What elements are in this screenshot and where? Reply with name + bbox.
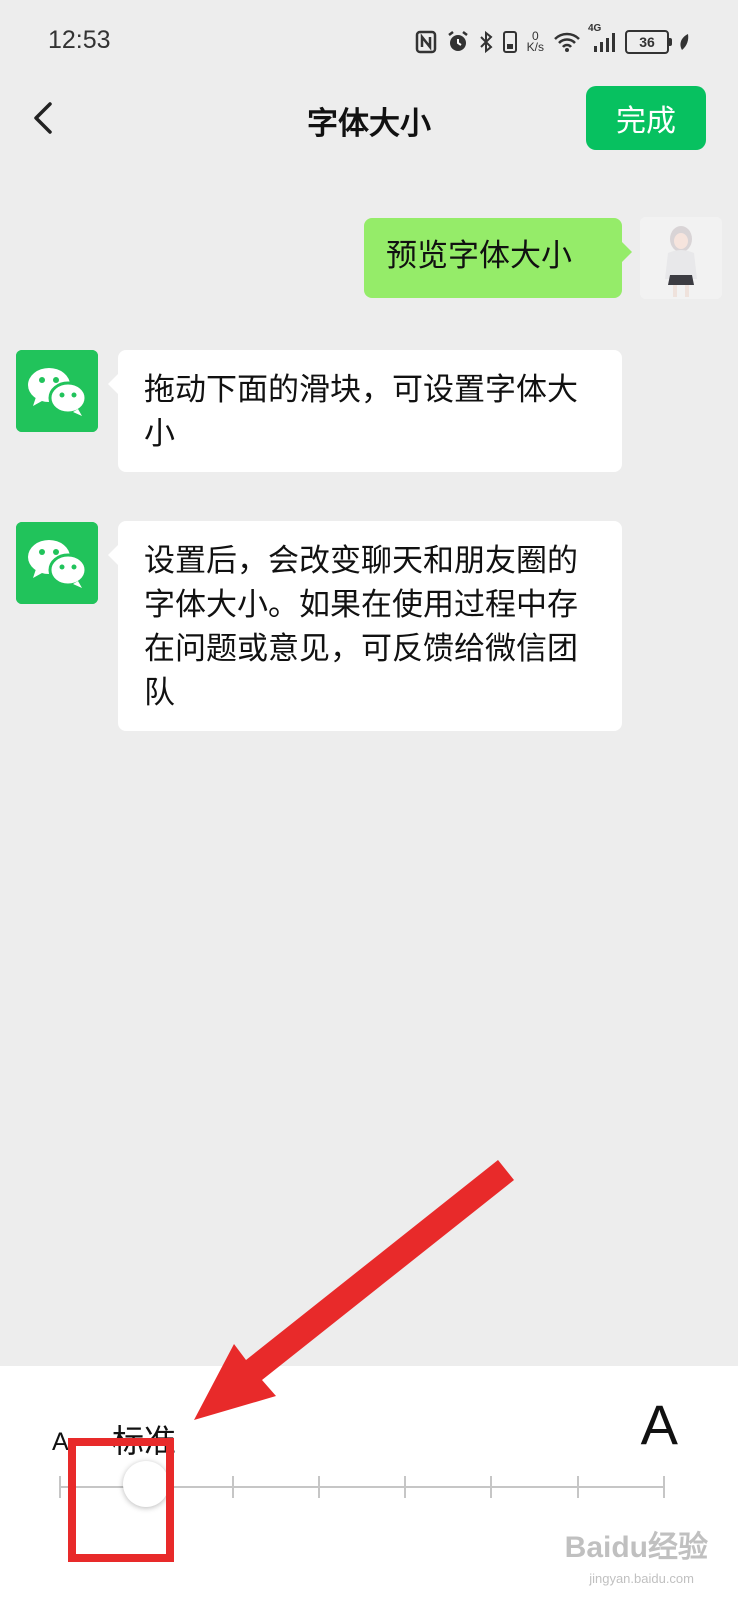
baidu-watermark: Baidu经验 [564, 1531, 708, 1564]
baidu-watermark-url: jingyan.baidu.com [589, 1571, 694, 1586]
wechat-icon [16, 350, 98, 432]
net-speed: 0 K/s [526, 30, 544, 54]
slider-tick[interactable] [663, 1476, 665, 1498]
message-text: 预览字体大小 [386, 238, 572, 274]
done-button[interactable]: 完成 [586, 86, 706, 150]
annotation-highlight-box [68, 1438, 174, 1562]
message-bubble-wechat: 设置后，会改变聊天和朋友圈的字体大小。如果在使用过程中存在问题或意见，可反馈给微… [108, 521, 622, 731]
bluetooth-icon [479, 30, 493, 54]
alarm-icon [446, 30, 470, 54]
message-text: 拖动下面的滑块，可设置字体大小 [144, 372, 578, 452]
status-icons: 0 K/s 4G 36 [415, 23, 690, 56]
vibrate-icon [502, 30, 518, 54]
header: 字体大小 完成 [0, 84, 738, 156]
signal-icon: 4G [588, 23, 616, 53]
battery-level: 36 [639, 34, 655, 50]
annotation-arrow [194, 1160, 514, 1420]
wechat-avatar[interactable] [16, 522, 98, 604]
status-time: 12:53 [48, 26, 111, 54]
slider-tick[interactable] [317, 1476, 320, 1498]
network-type: 4G [588, 23, 602, 34]
leaf-icon [678, 32, 690, 52]
small-font-label: A [52, 1428, 69, 1456]
wechat-icon [16, 522, 98, 604]
nfc-icon [415, 30, 437, 54]
slider-tick[interactable] [231, 1476, 234, 1498]
slider-tick[interactable] [404, 1476, 407, 1498]
message-bubble-self: 预览字体大小 [364, 218, 632, 298]
wechat-avatar[interactable] [16, 350, 98, 432]
user-avatar-image [640, 217, 722, 299]
battery-icon: 36 [625, 30, 672, 54]
user-avatar[interactable] [640, 217, 722, 299]
slider-tick[interactable] [576, 1476, 579, 1498]
slider-tick[interactable] [490, 1476, 493, 1498]
message-bubble-wechat: 拖动下面的滑块，可设置字体大小 [108, 350, 622, 472]
large-font-label: A [640, 1393, 678, 1456]
message-text: 设置后，会改变聊天和朋友圈的字体大小。如果在使用过程中存在问题或意见，可反馈给微… [144, 543, 578, 711]
wifi-icon [553, 31, 581, 53]
net-speed-unit: K/s [526, 40, 544, 54]
slider-tick[interactable] [59, 1476, 61, 1498]
status-bar: 12:53 0 K/s 4G 36 [0, 0, 738, 84]
